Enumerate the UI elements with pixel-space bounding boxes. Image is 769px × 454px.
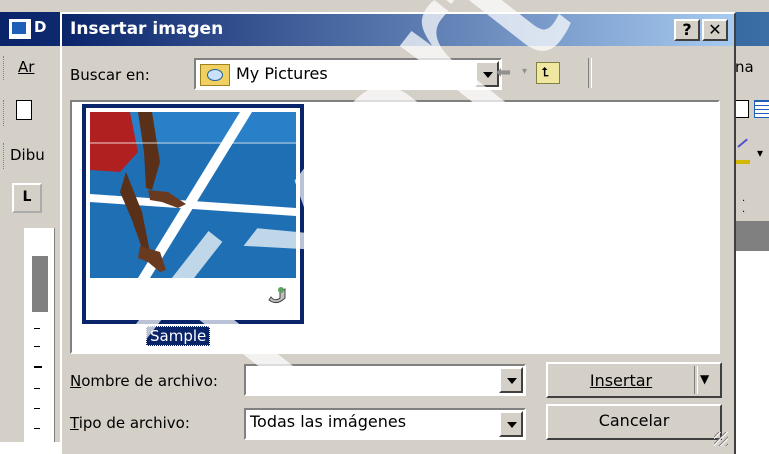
file-name-label: Nombre de archivo:: [70, 372, 218, 390]
toolbar-separator: [588, 58, 592, 88]
look-in-value: My Pictures: [236, 64, 328, 83]
back-arrow-icon[interactable]: ⬅: [496, 62, 511, 83]
tab-stop-button[interactable]: L: [12, 183, 42, 213]
background-title: D: [34, 18, 47, 36]
line-color-icon[interactable]: [736, 138, 750, 164]
table-icon[interactable]: [754, 100, 769, 118]
ruler-ticks: · ·: [742, 196, 752, 218]
insert-dropdown-arrow-icon[interactable]: ▼: [700, 372, 709, 386]
insert-picture-dialog: Insertar imagen ? ✕ Buscar en: My Pictur…: [60, 12, 736, 454]
menu-item-partial-right[interactable]: na: [735, 58, 754, 76]
file-type-dropdown-button[interactable]: [499, 411, 523, 437]
file-name-dropdown-button[interactable]: [499, 367, 523, 393]
up-one-level-icon[interactable]: ⮤: [536, 62, 560, 84]
line-color-dropdown-icon[interactable]: ▾: [757, 146, 763, 160]
look-in-label: Buscar en:: [70, 66, 150, 84]
file-type-label: Tipo de archivo:: [70, 414, 190, 432]
picture-overlay-icon: [266, 284, 288, 306]
drawing-menu-partial[interactable]: Dibu: [10, 146, 45, 164]
sample-thumbnail-image: [90, 112, 296, 278]
vertical-ruler: [24, 228, 55, 442]
file-thumbnail-sample[interactable]: [82, 104, 304, 324]
folder-icon: [200, 64, 230, 86]
close-button[interactable]: ✕: [702, 19, 728, 41]
look-in-combobox[interactable]: My Pictures: [194, 58, 502, 90]
dialog-title: Insertar imagen: [70, 19, 224, 39]
word-app-icon: [8, 18, 32, 40]
file-name-combobox[interactable]: [244, 364, 526, 396]
new-document-icon[interactable]: [16, 100, 32, 120]
file-label-sample[interactable]: Sample: [146, 326, 211, 346]
insert-button-label: Insertar: [589, 371, 653, 390]
file-list[interactable]: Sample: [70, 100, 720, 354]
file-type-value: Todas las imágenes: [250, 412, 407, 431]
insert-button[interactable]: Insertar ▼: [546, 362, 722, 398]
toolbar-icon-partial[interactable]: [735, 100, 749, 118]
file-type-combobox[interactable]: Todas las imágenes: [244, 408, 526, 440]
dialog-title-bar[interactable]: Insertar imagen ? ✕: [62, 14, 734, 46]
resize-grip[interactable]: [714, 432, 728, 446]
cancel-button[interactable]: Cancelar: [546, 404, 722, 440]
back-dropdown-icon[interactable]: ▾: [522, 66, 527, 77]
help-button[interactable]: ?: [674, 19, 700, 41]
menu-item-partial-left[interactable]: Ar: [18, 58, 34, 76]
